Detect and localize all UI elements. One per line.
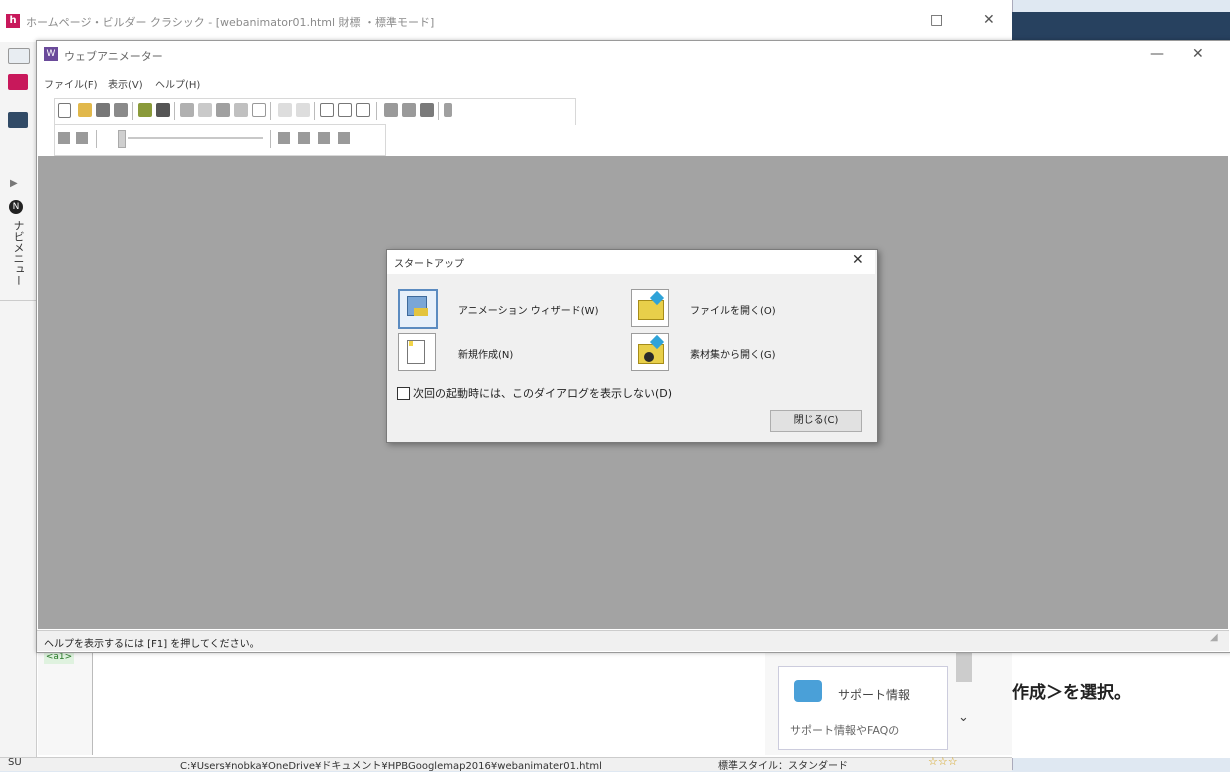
toolbar-separator [270,102,271,120]
toolbar-separator [174,102,175,120]
playback-toolbar [54,124,386,156]
anchor-tag-marker[interactable]: <a1> [44,652,74,664]
panel-scrollbar[interactable] [956,652,972,682]
status-mode: SU [8,757,22,768]
edit-pen-icon[interactable] [444,103,452,117]
web-animator-app-icon: W [44,47,58,61]
delete-icon[interactable] [234,103,248,117]
effects-icon[interactable] [402,103,416,117]
animator-status-text: ヘルプを表示するには [F1] を押してください。 [44,639,260,650]
save-all-icon[interactable] [114,103,128,117]
frame-slider-thumb[interactable] [118,130,126,148]
nav-menu-tab[interactable]: ナビメニュー [10,220,26,286]
new-file-icon[interactable] [58,103,71,118]
frame-slider-track[interactable] [128,137,263,139]
frame-properties-icon[interactable] [356,103,370,117]
animator-minimize-button[interactable]: — [1150,46,1164,62]
first-frame-icon[interactable] [278,132,290,144]
image-settings-icon[interactable] [384,103,398,117]
undo-icon[interactable] [278,103,292,117]
select-all-icon[interactable] [252,103,266,117]
animation-wizard-label[interactable]: アニメーション ウィザード(W) [458,302,598,317]
nav-menu-badge-icon[interactable]: N [9,200,23,214]
next-frame-icon[interactable] [318,132,330,144]
app-logo-icon: h [6,14,20,28]
stop-icon[interactable] [76,132,88,144]
resize-grip-icon[interactable]: ◢ [1210,632,1218,643]
import-icon[interactable] [138,103,152,117]
open-material-label[interactable]: 素材集から開く(G) [690,346,776,361]
outer-close-button[interactable]: ✕ [983,12,995,28]
support-info-icon [794,680,822,702]
play-icon[interactable] [58,132,70,144]
support-card-title: サポート情報 [838,688,911,702]
dont-show-again-checkbox[interactable] [397,387,410,400]
menu-view[interactable]: 表示(V) [108,76,143,91]
copy-icon[interactable] [198,103,212,117]
export-icon[interactable] [156,103,170,117]
open-folder-icon [638,300,664,320]
new-document-icon-accent [409,341,413,346]
save-icon[interactable] [96,103,110,117]
new-document-label[interactable]: 新規作成(N) [458,346,513,361]
menubar [37,72,1229,92]
toolbar-separator [132,102,133,120]
frame-settings-icon[interactable] [320,103,334,117]
optimize-icon[interactable] [420,103,434,117]
prev-frame-icon[interactable] [298,132,310,144]
insert-frame-icon[interactable] [338,103,352,117]
support-card-description: サポート情報やFAQの [790,724,900,737]
material-badge-icon [644,352,654,362]
left-dock [0,42,37,757]
toolbar-separator [314,102,315,120]
status-rating-stars: ☆☆☆ [928,755,958,768]
toolbar-separator [270,130,271,148]
toolbar-separator [376,102,377,120]
chevron-down-icon[interactable]: ⌄ [958,710,969,725]
page-edit-area[interactable] [92,652,765,755]
paste-icon[interactable] [216,103,230,117]
cut-icon[interactable] [180,103,194,117]
wizard-icon-accent [414,308,428,316]
dock-layout-icon[interactable] [8,48,30,64]
last-frame-icon[interactable] [338,132,350,144]
dont-show-again-label[interactable]: 次回の起動時には、このダイアログを表示しない(D) [413,385,672,401]
web-animator-title: ウェブアニメーター [64,50,163,63]
toolbar-separator [96,130,97,148]
toolbar-separator [438,102,439,120]
background-instruction-text: 作成＞を選択。 [1012,683,1131,703]
dock-divider [0,300,36,301]
open-file-label[interactable]: ファイルを開く(O) [690,302,776,317]
startup-dialog-close-button[interactable]: ✕ [852,252,864,268]
menu-file[interactable]: ファイル(F) [44,76,98,91]
dock-expand-icon[interactable]: ▶ [10,178,18,189]
animator-close-button[interactable]: ✕ [1192,46,1204,62]
startup-dialog-title: スタートアップ [394,259,464,270]
menu-help[interactable]: ヘルプ(H) [155,76,200,91]
dialog-close-button[interactable]: 閉じる(C) [770,410,862,432]
outer-window-title: ホームページ・ビルダー クラシック - [webanimator01.html … [26,16,435,29]
open-folder-icon[interactable] [78,103,92,117]
dock-edit-icon[interactable] [8,112,28,128]
outer-maximize-button[interactable]: □ [930,12,943,28]
dock-site-icon[interactable] [8,74,28,90]
redo-icon[interactable] [296,103,310,117]
